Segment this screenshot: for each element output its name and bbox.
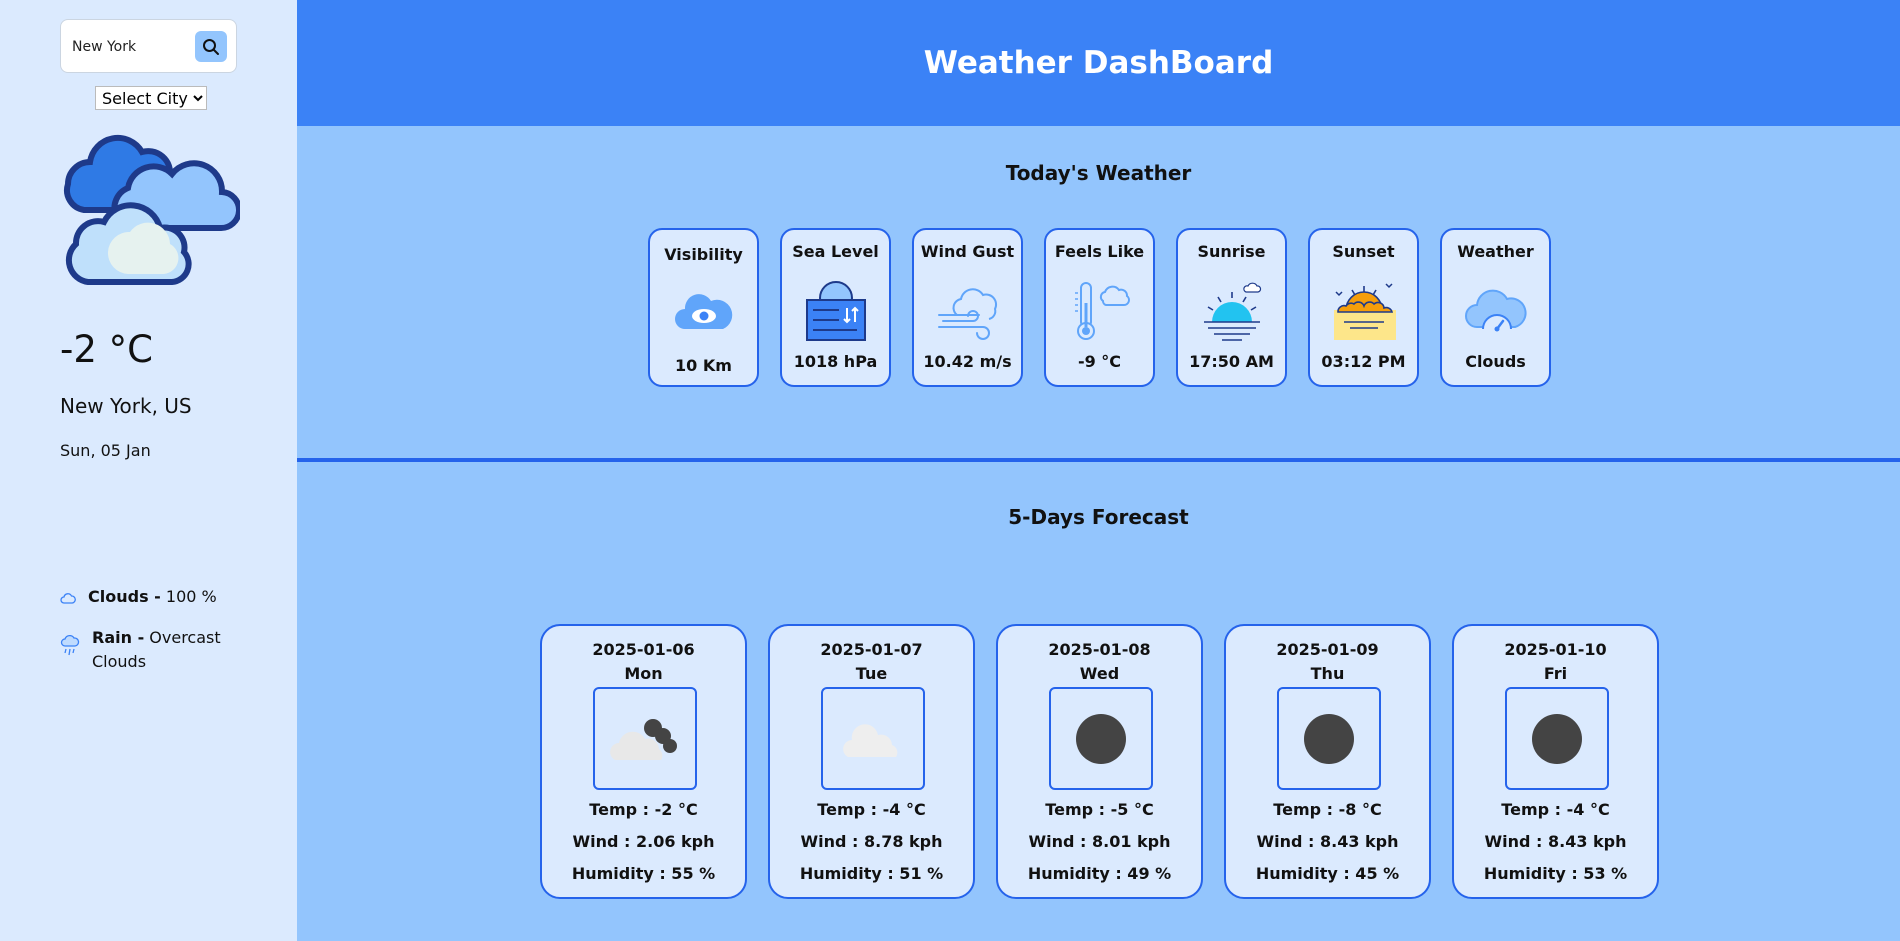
clouds-value: 100 % xyxy=(165,587,217,606)
forecast-temp: Temp : -4 °C xyxy=(817,800,926,819)
dark-circle-icon xyxy=(1304,713,1354,764)
eye-cloud-icon xyxy=(669,276,739,346)
forecast-wind: Wind : 8.01 kph xyxy=(1028,832,1171,851)
forecast-wind: Wind : 8.78 kph xyxy=(800,832,943,851)
forecast-card: 2025-01-09 Thu Temp : -8 °C Wind : 8.43 … xyxy=(1224,624,1431,899)
clouds-info: Clouds - 100 % xyxy=(60,587,260,606)
card-value: Clouds xyxy=(1465,352,1526,371)
cloud-gauge-icon xyxy=(1461,276,1531,346)
forecast-temp: Temp : -2 °C xyxy=(589,800,698,819)
sidebar: Select City -2 °C New York, US Sun, 05 J… xyxy=(0,0,297,941)
thermometer-icon xyxy=(1065,276,1135,346)
forecast-temp: Temp : -5 °C xyxy=(1045,800,1154,819)
rain-label: Rain - xyxy=(92,628,145,647)
forecast-wind: Wind : 8.43 kph xyxy=(1256,832,1399,851)
sunrise-icon xyxy=(1197,276,1267,346)
dark-circle-icon xyxy=(1532,713,1582,764)
card-label: Visibility xyxy=(664,245,743,264)
sea-level-icon xyxy=(801,276,871,346)
feels-like-card: Feels Like -9 °C xyxy=(1044,228,1155,387)
broken-clouds-icon xyxy=(610,718,677,760)
current-location: New York, US xyxy=(60,394,192,418)
card-label: Wind Gust xyxy=(920,242,1015,261)
forecast-humidity: Humidity : 55 % xyxy=(571,864,716,883)
card-label: Weather xyxy=(1457,242,1534,261)
sunset-icon xyxy=(1329,276,1399,346)
forecast-temp: Temp : -8 °C xyxy=(1273,800,1382,819)
forecast-date: 2025-01-08 xyxy=(1048,640,1151,659)
forecast-card: 2025-01-07 Tue Temp : -4 °C Wind : 8.78 … xyxy=(768,624,975,899)
city-select[interactable]: Select City xyxy=(95,86,207,110)
forecast-humidity: Humidity : 49 % xyxy=(1027,864,1172,883)
few-clouds-icon xyxy=(843,723,898,757)
wind-gust-card: Wind Gust 10.42 m/s xyxy=(912,228,1023,387)
cloud-icon xyxy=(60,593,76,604)
forecast-wind: Wind : 2.06 kph xyxy=(572,832,715,851)
forecast-humidity: Humidity : 53 % xyxy=(1483,864,1628,883)
forecast-card: 2025-01-10 Fri Temp : -4 °C Wind : 8.43 … xyxy=(1452,624,1659,899)
forecast-day: Fri xyxy=(1543,664,1568,683)
current-date: Sun, 05 Jan xyxy=(60,441,151,460)
forecast-day: Tue xyxy=(855,664,888,683)
header: Weather DashBoard xyxy=(297,0,1900,126)
current-temperature: -2 °C xyxy=(60,328,153,371)
card-value: -9 °C xyxy=(1077,352,1122,371)
card-value: 10.42 m/s xyxy=(923,352,1012,371)
forecast-humidity: Humidity : 45 % xyxy=(1255,864,1400,883)
forecast-icon-box xyxy=(1277,687,1381,790)
forecast-icon-box xyxy=(1049,687,1153,790)
visibility-card: Visibility 10 Km xyxy=(648,228,759,387)
forecast-date: 2025-01-06 xyxy=(592,640,695,659)
forecast-temp: Temp : -4 °C xyxy=(1501,800,1610,819)
card-value: 10 Km xyxy=(675,356,732,375)
forecast-icon-box xyxy=(821,687,925,790)
card-label: Sea Level xyxy=(792,242,879,261)
search-button[interactable] xyxy=(195,31,227,62)
forecast-humidity: Humidity : 51 % xyxy=(799,864,944,883)
clouds-icon xyxy=(64,134,240,285)
forecast-icon-box xyxy=(1505,687,1609,790)
forecast-icon-box xyxy=(593,687,697,790)
forecast-date: 2025-01-10 xyxy=(1504,640,1607,659)
weather-card: Weather Clouds xyxy=(1440,228,1551,387)
forecast-title: 5-Days Forecast xyxy=(1008,505,1189,529)
today-title: Today's Weather xyxy=(1005,161,1192,185)
card-label: Sunset xyxy=(1332,242,1395,261)
page-title: Weather DashBoard xyxy=(923,45,1274,81)
forecast-card: 2025-01-06 Mon Temp : -2 °C Wind : 2.06 … xyxy=(540,624,747,899)
forecast-day: Wed xyxy=(1079,664,1120,683)
card-value: 1018 hPa xyxy=(793,352,878,371)
forecast-day: Thu xyxy=(1310,664,1345,683)
forecast-wind: Wind : 8.43 kph xyxy=(1484,832,1627,851)
wind-icon xyxy=(933,276,1003,346)
sunrise-card: Sunrise 17:50 AM xyxy=(1176,228,1287,387)
search-box xyxy=(60,19,237,73)
sea-level-card: Sea Level 1018 hPa xyxy=(780,228,891,387)
card-label: Sunrise xyxy=(1197,242,1266,261)
search-input[interactable] xyxy=(72,37,192,57)
rain-info: Rain - Overcast Clouds xyxy=(60,626,260,674)
sunset-card: Sunset 03:12 PM xyxy=(1308,228,1419,387)
forecast-date: 2025-01-07 xyxy=(820,640,923,659)
dark-circle-icon xyxy=(1076,713,1126,764)
rain-cloud-icon xyxy=(60,635,80,656)
card-label: Feels Like xyxy=(1054,242,1145,261)
section-divider xyxy=(297,458,1900,462)
search-icon xyxy=(203,38,219,55)
forecast-card: 2025-01-08 Wed Temp : -5 °C Wind : 8.01 … xyxy=(996,624,1203,899)
forecast-day: Mon xyxy=(624,664,663,683)
forecast-date: 2025-01-09 xyxy=(1276,640,1379,659)
card-value: 17:50 AM xyxy=(1189,352,1274,371)
card-value: 03:12 PM xyxy=(1321,352,1406,371)
clouds-label: Clouds - xyxy=(88,587,161,606)
